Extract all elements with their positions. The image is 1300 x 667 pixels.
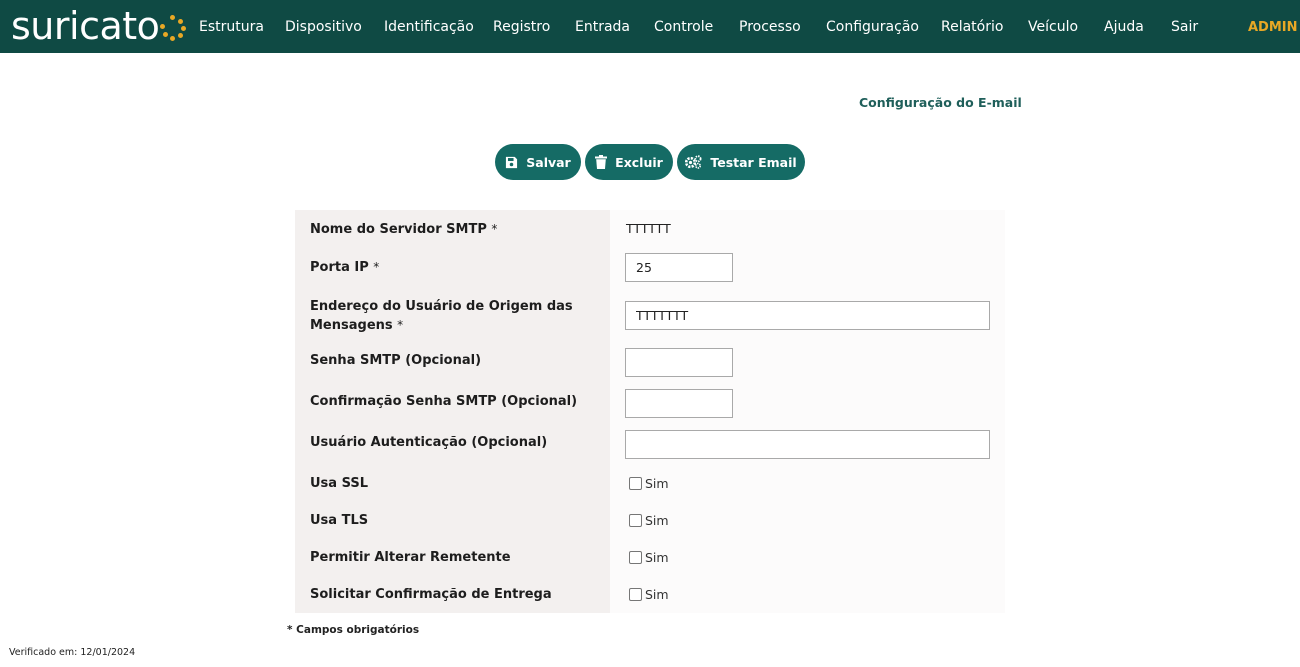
smtp-password-label: Senha SMTP (Opcional)	[310, 353, 482, 368]
use-ssl-option: Sim	[629, 476, 669, 491]
smtp-password-confirm-input[interactable]	[625, 389, 733, 418]
menu-item-relatorio[interactable]: Relatório	[941, 0, 1003, 53]
delivery-confirmation-option-label[interactable]: Sim	[645, 587, 669, 602]
delivery-confirmation-checkbox[interactable]	[629, 588, 642, 601]
main-menu: Estrutura Dispositivo Identificação Regi…	[0, 0, 1300, 53]
delivery-confirmation-option: Sim	[629, 587, 669, 602]
allow-change-sender-checkbox[interactable]	[629, 551, 642, 564]
page-title: Configuração do E-mail	[859, 95, 1022, 110]
sender-address-label: Endereço do Usuário de Origem das Mensag…	[310, 298, 573, 335]
port-input[interactable]	[625, 253, 733, 282]
auth-user-input[interactable]	[625, 430, 990, 459]
menu-item-estrutura[interactable]: Estrutura	[199, 0, 264, 53]
menu-item-identificacao[interactable]: Identificação	[384, 0, 474, 53]
test-email-button-label: Testar Email	[710, 154, 797, 170]
smtp-server-value: TTTTTT	[626, 221, 671, 236]
smtp-server-label: Nome do Servidor SMTP *	[310, 220, 497, 239]
top-navigation-bar: suricato Estrutura Dispositivo Identific…	[0, 0, 1300, 53]
sender-address-label-line1: Endereço do Usuário de Origem das	[310, 299, 573, 314]
test-email-button[interactable]: Testar Email	[677, 144, 805, 180]
menu-item-configuracao[interactable]: Configuração	[826, 0, 919, 53]
use-ssl-checkbox[interactable]	[629, 477, 642, 490]
port-label: Porta IP *	[310, 258, 379, 277]
gears-icon	[685, 155, 702, 169]
allow-change-sender-option-label[interactable]: Sim	[645, 550, 669, 565]
delivery-confirmation-label: Solicitar Confirmação de Entrega	[310, 587, 552, 602]
trash-icon	[595, 155, 608, 169]
use-tls-option-label[interactable]: Sim	[645, 513, 669, 528]
menu-item-processo[interactable]: Processo	[739, 0, 801, 53]
menu-item-registro[interactable]: Registro	[493, 0, 550, 53]
menu-item-dispositivo[interactable]: Dispositivo	[285, 0, 362, 53]
allow-change-sender-label: Permitir Alterar Remetente	[310, 550, 511, 565]
save-button[interactable]: Salvar	[495, 144, 581, 180]
verified-date: Verificado em: 12/01/2024	[9, 647, 136, 658]
menu-item-ajuda[interactable]: Ajuda	[1104, 0, 1144, 53]
use-tls-checkbox[interactable]	[629, 514, 642, 527]
menu-item-controle[interactable]: Controle	[654, 0, 713, 53]
smtp-password-input[interactable]	[625, 348, 733, 377]
current-user-label[interactable]: ADMIN	[1248, 0, 1298, 53]
required-fields-note: * Campos obrigatórios	[287, 624, 420, 636]
required-mark: *	[491, 222, 498, 236]
delete-button[interactable]: Excluir	[585, 144, 673, 180]
sender-address-input[interactable]	[625, 301, 990, 330]
use-tls-option: Sim	[629, 513, 669, 528]
menu-item-entrada[interactable]: Entrada	[575, 0, 630, 53]
sender-address-label-line2: Mensagens	[310, 318, 393, 333]
required-mark: *	[373, 260, 380, 274]
use-ssl-label: Usa SSL	[310, 476, 369, 491]
auth-user-label: Usuário Autenticação (Opcional)	[310, 435, 548, 450]
port-label-text: Porta IP	[310, 260, 369, 275]
menu-item-veiculo[interactable]: Veículo	[1028, 0, 1078, 53]
save-icon	[506, 156, 518, 168]
use-tls-label: Usa TLS	[310, 513, 369, 528]
delete-button-label: Excluir	[615, 154, 663, 170]
save-button-label: Salvar	[526, 154, 571, 170]
use-ssl-option-label[interactable]: Sim	[645, 476, 669, 491]
smtp-server-label-text: Nome do Servidor SMTP	[310, 222, 487, 237]
menu-item-sair[interactable]: Sair	[1171, 0, 1198, 53]
allow-change-sender-option: Sim	[629, 550, 669, 565]
required-mark: *	[397, 318, 404, 332]
smtp-password-confirm-label: Confirmação Senha SMTP (Opcional)	[310, 394, 578, 409]
